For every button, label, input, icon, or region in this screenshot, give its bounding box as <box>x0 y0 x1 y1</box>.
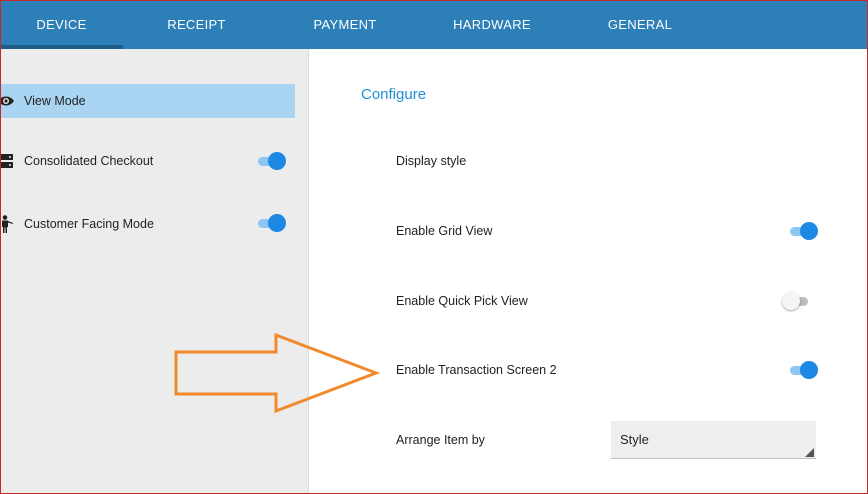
annotation-arrow-icon <box>174 332 381 414</box>
